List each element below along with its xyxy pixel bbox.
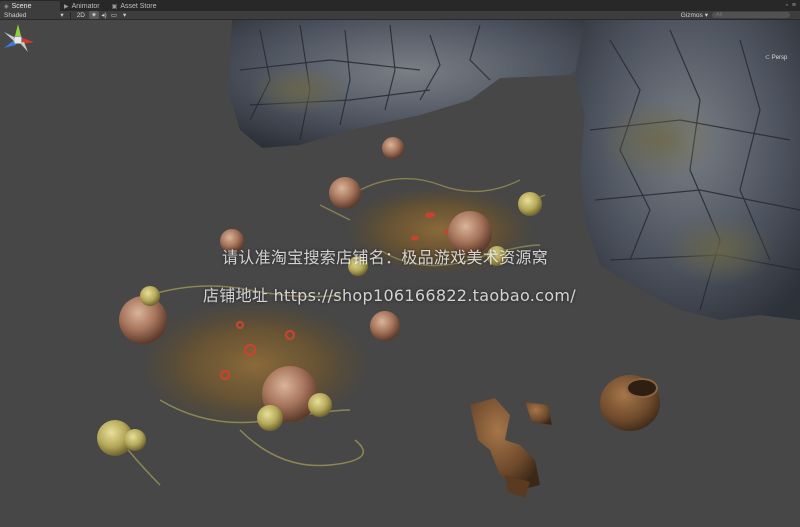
lock-icon[interactable]: ▫	[785, 2, 787, 9]
scene-toolbar: Shaded ▾ 2D ✷ ◂) ▭ ▾ Gizmos ▾	[0, 11, 800, 20]
persp-arrow-icon: ⊂	[765, 55, 771, 61]
shading-mode-label: Shaded	[4, 11, 27, 19]
sun-icon: ✷	[91, 12, 97, 19]
asset-store-icon: ▣	[111, 3, 118, 10]
tab-scene-label: Scene	[11, 2, 32, 10]
2d-toggle-button[interactable]: 2D	[73, 11, 89, 20]
effects-toggle-button[interactable]: ▭	[109, 11, 119, 19]
tab-asset-store[interactable]: ▣ Asset Store	[108, 1, 165, 11]
lighting-toggle-button[interactable]: ✷	[89, 11, 99, 19]
chevron-down-icon: ▾	[704, 12, 708, 19]
gizmo-center[interactable]	[14, 36, 22, 44]
image-icon: ▭	[110, 12, 118, 19]
clay-pot[interactable]	[600, 375, 660, 431]
gizmos-label: Gizmos	[680, 11, 703, 19]
chevron-down-icon: ▾	[60, 12, 64, 19]
2d-toggle-label: 2D	[76, 11, 85, 19]
toolbar-right: Gizmos ▾	[681, 11, 800, 20]
watermark-line-1: 请认准淘宝搜索店铺名：极品游戏美术资源窝	[222, 248, 549, 267]
tabbar-controls: ▫ ≡	[785, 2, 800, 9]
persp-label-text: Persp	[771, 55, 788, 61]
audio-toggle-button[interactable]: ◂)	[99, 11, 109, 19]
gizmo-y-axis[interactable]	[15, 24, 21, 36]
tab-animator[interactable]: ▶ Animator	[60, 1, 108, 11]
scene-viewport[interactable]: ⊂ Persp 请认准淘宝搜索店铺名：极品游戏美术资源窝 店铺地址 https:…	[0, 20, 800, 527]
scene-render	[97, 20, 800, 498]
divider	[69, 11, 71, 19]
animator-icon: ▶	[64, 3, 69, 10]
chevron-down-icon: ▾	[123, 12, 127, 19]
tab-animator-label: Animator	[71, 2, 100, 10]
search-input[interactable]	[712, 12, 790, 18]
watermark-line-2: 店铺地址 https://shop106166822.taobao.com/	[203, 286, 576, 305]
rock-cliff[interactable]	[228, 20, 800, 320]
alien-goo-cluster-large[interactable]	[97, 285, 400, 486]
menu-icon[interactable]: ≡	[792, 2, 796, 9]
speaker-icon: ◂)	[101, 12, 107, 19]
tab-bar: ◈ Scene ▶ Animator ▣ Asset Store ▫ ≡	[0, 0, 800, 11]
scene-icon: ◈	[4, 3, 9, 10]
broken-pot[interactable]	[470, 398, 552, 498]
effects-dropdown[interactable]: ▾	[119, 11, 130, 20]
tab-asset-store-label: Asset Store	[120, 2, 157, 10]
orientation-gizmo[interactable]	[0, 20, 36, 66]
persp-label[interactable]: ⊂ Persp	[765, 54, 787, 61]
gizmos-dropdown[interactable]: Gizmos ▾	[681, 11, 708, 20]
tab-scene[interactable]: ◈ Scene	[0, 1, 60, 11]
shading-mode-dropdown[interactable]: Shaded ▾	[0, 11, 68, 20]
